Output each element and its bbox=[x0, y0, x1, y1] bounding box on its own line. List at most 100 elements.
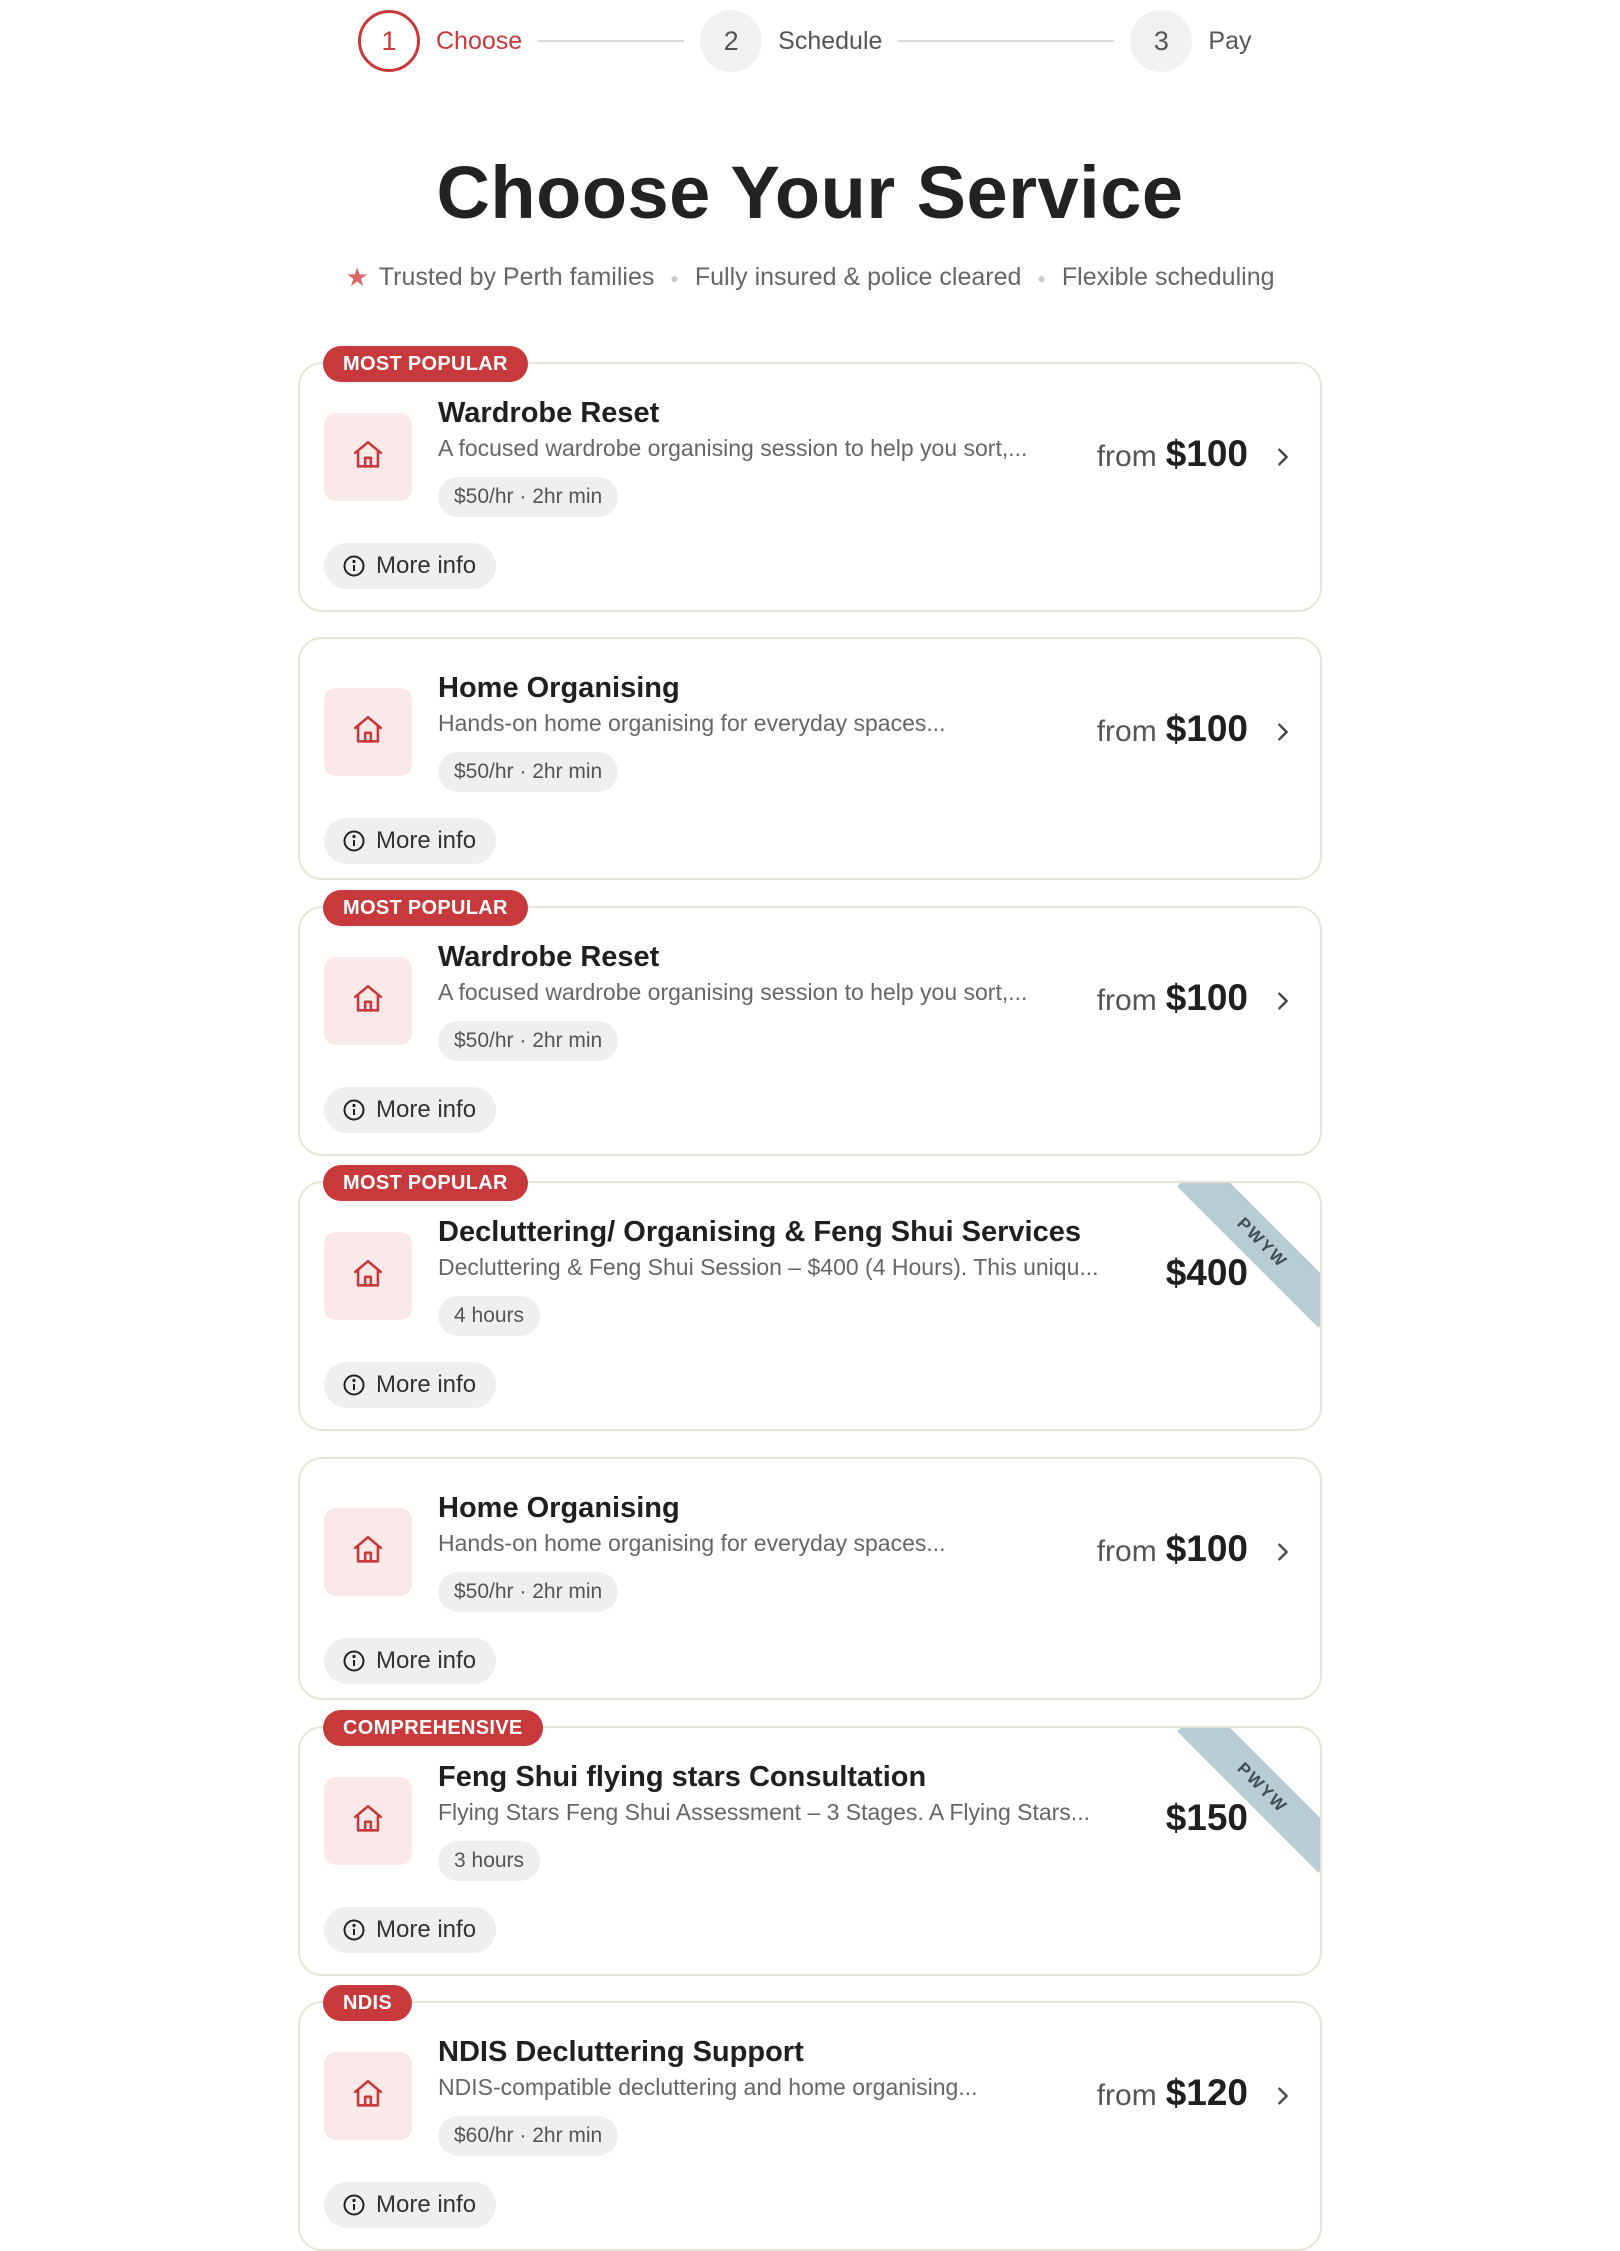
service-name: Home Organising bbox=[438, 1492, 680, 1524]
step-pay[interactable]: 3 Pay bbox=[1130, 10, 1252, 72]
step-label: Choose bbox=[436, 26, 523, 55]
more-info-label: More info bbox=[376, 1371, 477, 1398]
trust-item: Flexible scheduling bbox=[1061, 263, 1275, 291]
step-connector bbox=[538, 40, 685, 42]
service-description: NDIS-compatible decluttering and home or… bbox=[438, 2074, 978, 2100]
price-amount: $100 bbox=[1165, 1528, 1248, 1569]
house-icon bbox=[351, 713, 385, 752]
service-icon-box bbox=[324, 957, 412, 1045]
service-description: A focused wardrobe organising session to… bbox=[438, 979, 1028, 1005]
service-description: A focused wardrobe organising session to… bbox=[438, 435, 1028, 461]
price-amount: $100 bbox=[1165, 977, 1248, 1018]
more-info-label: More info bbox=[376, 1096, 477, 1123]
chevron-right-icon[interactable] bbox=[1272, 2085, 1294, 2107]
service-price: from $100 bbox=[1097, 1528, 1248, 1570]
info-icon bbox=[342, 2193, 376, 2217]
more-info-button[interactable]: More info bbox=[324, 1638, 497, 1684]
step-number: 2 bbox=[700, 10, 763, 72]
service-meta: $50/hr · 2hr min bbox=[438, 752, 619, 792]
service-price: from $100 bbox=[1097, 708, 1248, 750]
progress-stepper: 1 Choose 2 Schedule 3 Pay bbox=[358, 6, 1268, 76]
step-label: Pay bbox=[1208, 26, 1252, 55]
service-description: Hands-on home organising for everyday sp… bbox=[438, 710, 946, 736]
service-meta: $50/hr · 2hr min bbox=[438, 477, 619, 517]
step-choose[interactable]: 1 Choose bbox=[358, 10, 522, 72]
ribbon-wrap: PWYW bbox=[1170, 1183, 1320, 1333]
separator-dot: ● bbox=[1037, 269, 1046, 286]
more-info-button[interactable]: More info bbox=[324, 543, 497, 589]
service-icon-box bbox=[324, 1232, 412, 1320]
ribbon-wrap: PWYW bbox=[1170, 1728, 1320, 1878]
service-meta: 4 hours bbox=[438, 1296, 541, 1336]
house-icon bbox=[351, 1802, 385, 1841]
service-badge: MOST POPULAR bbox=[323, 1165, 528, 1201]
chevron-right-icon[interactable] bbox=[1272, 446, 1294, 468]
service-card[interactable]: Wardrobe Reset A focused wardrobe organis… bbox=[298, 362, 1322, 612]
more-info-button[interactable]: More info bbox=[324, 1907, 497, 1953]
service-icon-box bbox=[324, 413, 412, 501]
service-card[interactable]: Home Organising Hands-on home organising … bbox=[298, 1457, 1322, 1700]
service-card[interactable]: Home Organising Hands-on home organising … bbox=[298, 637, 1322, 880]
more-info-label: More info bbox=[376, 1647, 477, 1674]
info-icon bbox=[342, 1098, 376, 1122]
info-icon bbox=[342, 554, 376, 578]
info-icon bbox=[342, 1373, 376, 1397]
service-card[interactable]: Wardrobe Reset A focused wardrobe organis… bbox=[298, 906, 1322, 1156]
service-meta: $60/hr · 2hr min bbox=[438, 2116, 619, 2156]
service-card[interactable]: Feng Shui flying stars Consultation Flyin… bbox=[298, 1726, 1322, 1976]
step-schedule[interactable]: 2 Schedule bbox=[700, 10, 882, 72]
more-info-label: More info bbox=[376, 2191, 477, 2218]
step-label: Schedule bbox=[778, 26, 883, 55]
service-name: Wardrobe Reset bbox=[438, 941, 660, 973]
more-info-button[interactable]: More info bbox=[324, 818, 497, 864]
price-from-label: from bbox=[1096, 2079, 1157, 2112]
house-icon bbox=[351, 438, 385, 477]
step-connector bbox=[898, 40, 1115, 42]
more-info-label: More info bbox=[376, 827, 477, 854]
price-from-label: from bbox=[1096, 984, 1157, 1017]
service-card[interactable]: Decluttering/ Organising & Feng Shui Ser… bbox=[298, 1181, 1322, 1431]
service-icon-box bbox=[324, 2052, 412, 2140]
pwyw-ribbon: PWYW bbox=[1177, 1183, 1320, 1328]
service-icon-box bbox=[324, 1508, 412, 1596]
service-price: from $100 bbox=[1097, 977, 1248, 1019]
more-info-button[interactable]: More info bbox=[324, 1087, 497, 1133]
more-info-button[interactable]: More info bbox=[324, 1362, 497, 1408]
service-name: NDIS Decluttering Support bbox=[438, 2036, 804, 2068]
service-description: Flying Stars Feng Shui Assessment – 3 St… bbox=[438, 1799, 1090, 1825]
service-name: Wardrobe Reset bbox=[438, 397, 660, 429]
price-from-label: from bbox=[1096, 715, 1157, 748]
chevron-right-icon[interactable] bbox=[1272, 721, 1294, 743]
service-meta: 3 hours bbox=[438, 1841, 541, 1881]
chevron-right-icon[interactable] bbox=[1272, 990, 1294, 1012]
service-badge: NDIS bbox=[323, 1985, 412, 2021]
price-from-label: from bbox=[1096, 1535, 1157, 1568]
step-number: 1 bbox=[358, 10, 420, 72]
service-price: from $100 bbox=[1097, 433, 1248, 475]
service-badge: MOST POPULAR bbox=[323, 890, 528, 926]
service-name: Decluttering/ Organising & Feng Shui Ser… bbox=[438, 1216, 1081, 1248]
service-card[interactable]: NDIS Decluttering Support NDIS-compatible… bbox=[298, 2001, 1322, 2251]
more-info-label: More info bbox=[376, 1916, 477, 1943]
price-amount: $100 bbox=[1165, 708, 1248, 749]
service-name: Feng Shui flying stars Consultation bbox=[438, 1761, 927, 1793]
trust-item: Trusted by Perth families bbox=[378, 263, 655, 291]
pwyw-ribbon: PWYW bbox=[1177, 1728, 1320, 1873]
price-amount: $120 bbox=[1165, 2072, 1248, 2113]
house-icon bbox=[351, 1257, 385, 1296]
service-badge: COMPREHENSIVE bbox=[323, 1710, 543, 1746]
service-description: Decluttering & Feng Shui Session – $400 … bbox=[438, 1254, 1099, 1280]
info-icon bbox=[342, 829, 376, 853]
info-icon bbox=[342, 1918, 376, 1942]
service-meta: $50/hr · 2hr min bbox=[438, 1021, 619, 1061]
house-icon bbox=[351, 2077, 385, 2116]
house-icon bbox=[351, 1533, 385, 1572]
more-info-button[interactable]: More info bbox=[324, 2182, 497, 2228]
separator-dot: ● bbox=[670, 269, 679, 286]
page-title: Choose Your Service bbox=[436, 151, 1184, 234]
chevron-right-icon[interactable] bbox=[1272, 1541, 1294, 1563]
service-price: from $120 bbox=[1097, 2072, 1248, 2114]
service-badge: MOST POPULAR bbox=[323, 346, 528, 382]
trust-bar: ★ Trusted by Perth families ● Fully insu… bbox=[0, 262, 1620, 293]
service-name: Home Organising bbox=[438, 672, 680, 704]
